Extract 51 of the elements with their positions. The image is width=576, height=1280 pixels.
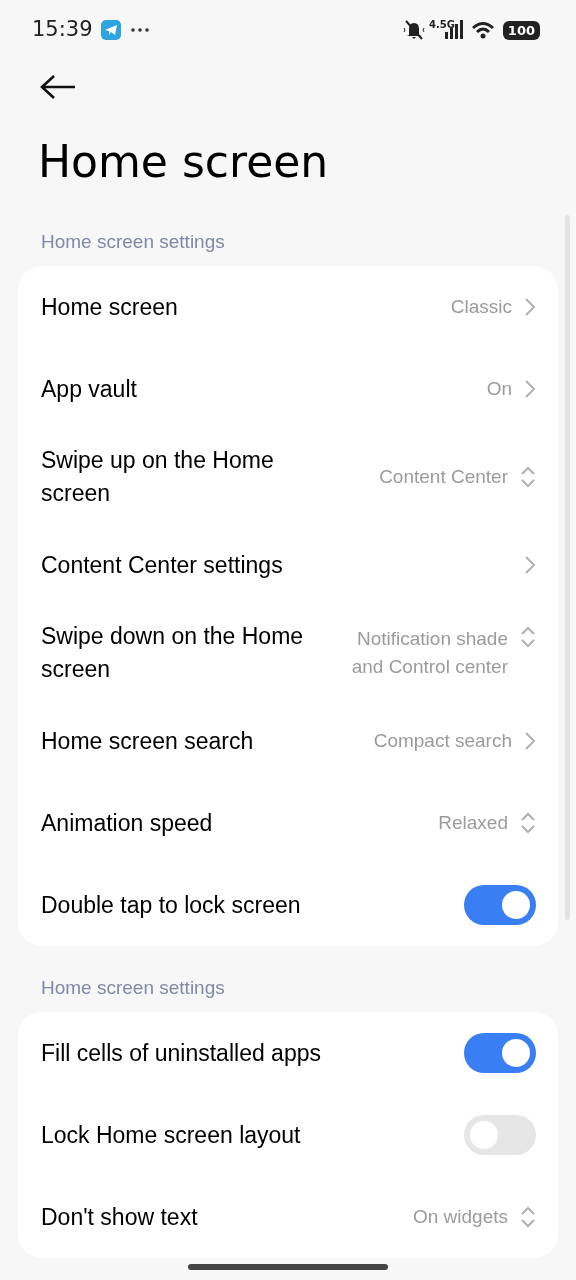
settings-row[interactable]: Home screen search Compact search (18, 700, 558, 782)
setting-value: Relaxed (438, 811, 508, 835)
settings-row[interactable]: App vault On (18, 348, 558, 430)
up-down-chevron-icon (520, 625, 536, 649)
up-down-chevron-icon (520, 811, 536, 835)
chevron-right-icon (524, 555, 536, 575)
telegram-icon (100, 20, 121, 40)
chevron-right-icon (524, 731, 536, 751)
section-header: Home screen settings (41, 976, 226, 1000)
setting-value: On (486, 377, 512, 401)
settings-row[interactable]: Double tap to lock screen (18, 864, 558, 946)
setting-label: Double tap to lock screen (41, 890, 301, 920)
battery-indicator: 100 (502, 20, 540, 40)
setting-label: Home screen search (41, 726, 254, 756)
setting-label: Swipe down on the Home screen (41, 622, 305, 684)
settings-row[interactable]: Home screen Classic (18, 266, 558, 348)
settings-row[interactable]: Animation speed Relaxed (18, 782, 558, 864)
setting-value: Classic (450, 295, 512, 319)
setting-label: App vault (41, 374, 137, 404)
chevron-right-icon (524, 297, 536, 317)
settings-row[interactable]: Swipe down on the Home screen Notification shade and Control center (18, 606, 558, 700)
setting-label: Don't show text (41, 1202, 198, 1232)
settings-row[interactable]: Swipe up on the Home screen Content Center (18, 430, 558, 524)
page-title: Home screen (38, 135, 330, 189)
setting-label: Lock Home screen layout (41, 1120, 301, 1150)
chevron-right-icon (524, 379, 536, 399)
wifi-icon (470, 21, 495, 39)
network-type: 4.5G (428, 20, 455, 30)
toggle-switch[interactable] (464, 885, 536, 925)
status-time: 15:39 (32, 16, 93, 44)
settings-row[interactable]: Lock Home screen layout (18, 1094, 558, 1176)
settings-row[interactable]: Content Center settings (18, 524, 558, 606)
up-down-chevron-icon (520, 1205, 536, 1229)
setting-label: Swipe up on the Home screen (41, 446, 275, 508)
setting-value: Content Center (379, 465, 508, 489)
setting-label: Animation speed (41, 808, 213, 838)
muted-bell-icon (402, 19, 425, 41)
more-notifications-icon (130, 28, 149, 32)
toggle-switch[interactable] (464, 1033, 536, 1073)
setting-label: Home screen (41, 292, 178, 322)
setting-label: Content Center settings (41, 550, 283, 580)
setting-value: On widgets (412, 1205, 508, 1229)
settings-row[interactable]: Fill cells of uninstalled apps (18, 1012, 558, 1094)
toggle-switch[interactable] (464, 1115, 536, 1155)
up-down-chevron-icon (520, 465, 536, 489)
setting-label: Fill cells of uninstalled apps (41, 1038, 321, 1068)
settings-row[interactable]: Don't show text On widgets (18, 1176, 558, 1258)
setting-value: Notification shade and Control center (350, 627, 508, 679)
back-button[interactable] (38, 72, 78, 102)
section-header: Home screen settings (41, 230, 226, 254)
setting-value: Compact search (373, 729, 512, 753)
